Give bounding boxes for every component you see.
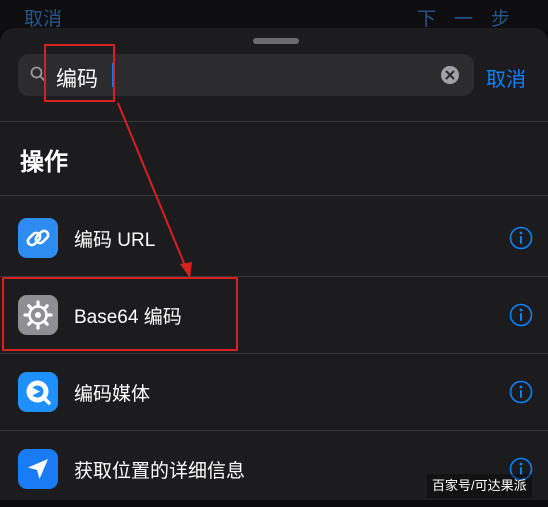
watermark: 百家号/可达果派 — [427, 474, 532, 498]
annotation-arrow — [117, 102, 192, 278]
